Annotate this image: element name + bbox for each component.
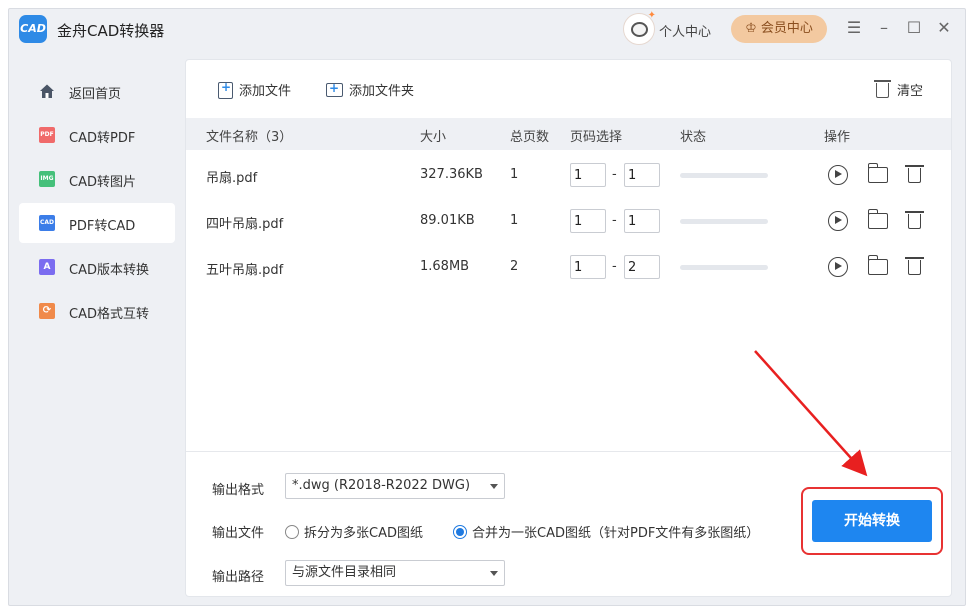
app-window: CAD 金舟CAD转换器 ✦ 个人中心 ♔ 会员中心 ☰ – ☐ ✕ 返回首页 P… (8, 8, 966, 606)
annotation-arrow (754, 350, 868, 477)
